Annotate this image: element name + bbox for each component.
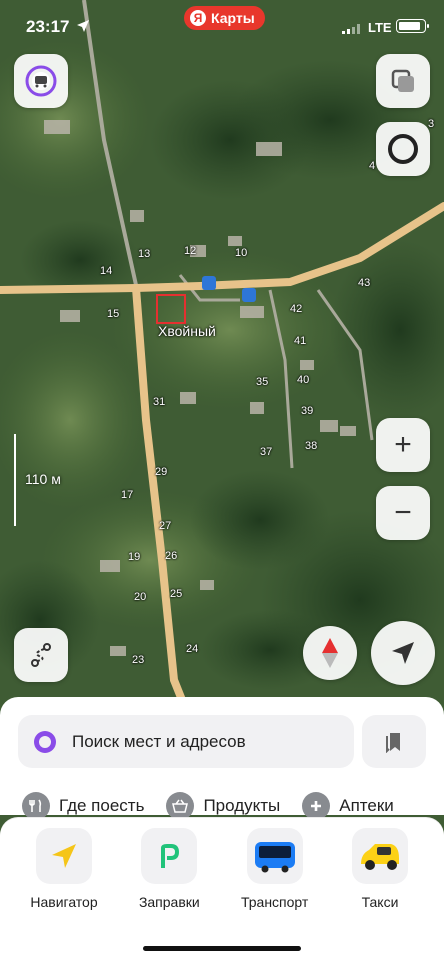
yandex-logo-icon: Я (190, 10, 206, 26)
navigator-icon (36, 828, 92, 884)
house-number: 23 (132, 654, 145, 666)
service-navigator[interactable]: Навигатор (22, 828, 106, 910)
app-name: Карты (211, 10, 255, 26)
house-number: 35 (256, 376, 269, 388)
house-number: 39 (301, 405, 314, 417)
pharmacy-cross-icon (302, 792, 331, 820)
house-number: 4 (369, 160, 376, 172)
house-number: 29 (155, 466, 168, 478)
battery-icon (396, 19, 429, 33)
house-number: 20 (134, 591, 147, 603)
location-arrow-icon (392, 642, 414, 664)
service-label: Заправки (138, 894, 200, 910)
house-number: 42 (290, 303, 303, 315)
layers-button[interactable] (376, 54, 430, 108)
service-label: Навигатор (30, 894, 98, 910)
category-food[interactable]: Где поесть (22, 791, 144, 821)
service-label: Транспорт (240, 894, 309, 910)
house-number: 25 (170, 588, 183, 600)
place-label[interactable]: Хвойный (158, 323, 216, 339)
category-label: Где поесть (59, 796, 145, 815)
status-time: 23:17 (26, 17, 70, 36)
alice-icon (34, 730, 56, 753)
minus-icon: − (394, 496, 412, 529)
zoom-out-button[interactable]: − (376, 486, 430, 540)
house-number: 17 (121, 489, 134, 501)
category-label: Продукты (203, 796, 281, 815)
category-pharmacy[interactable]: Аптеки (302, 791, 394, 821)
service-taxi[interactable]: Такси (338, 828, 422, 910)
layers-icon (391, 69, 414, 92)
search-placeholder: Поиск мест и адресов (72, 731, 246, 751)
house-number: 38 (305, 440, 318, 452)
service-label: Такси (361, 894, 399, 910)
location-arrow-icon (77, 20, 89, 32)
traffic-button[interactable] (376, 122, 430, 176)
my-location-button[interactable] (371, 621, 435, 685)
house-number: 19 (128, 551, 141, 563)
network-type: LTE (368, 20, 392, 35)
search-input[interactable]: Поиск мест и адресов (18, 715, 354, 768)
route-button[interactable] (14, 628, 68, 682)
scale-label: 110 м (25, 471, 61, 487)
house-number: 3 (428, 118, 435, 130)
house-number: 43 (358, 277, 371, 289)
fuel-icon (141, 828, 198, 884)
bus-icon (246, 828, 303, 884)
bookmarks-button[interactable] (362, 715, 426, 768)
plus-icon: + (394, 428, 412, 461)
house-number: 27 (159, 520, 172, 532)
house-number: 26 (165, 550, 178, 562)
route-icon (31, 643, 51, 667)
yandex-maps-badge[interactable]: Я Карты (184, 6, 265, 30)
house-number: 10 (235, 247, 248, 259)
category-groceries[interactable]: Продукты (166, 791, 280, 821)
home-indicator[interactable] (143, 946, 301, 951)
compass-button[interactable] (303, 626, 357, 680)
bookmarks-icon (386, 732, 400, 753)
house-number: 40 (297, 374, 310, 386)
service-fuel[interactable]: Заправки (127, 828, 211, 910)
traffic-circle-icon (388, 134, 418, 164)
menu-button[interactable] (14, 54, 68, 108)
fork-knife-icon (22, 792, 50, 820)
house-number: 15 (107, 308, 120, 320)
house-number: 37 (260, 446, 273, 458)
basket-icon (166, 792, 195, 820)
map-scale: 110 м (14, 434, 74, 526)
zoom-in-button[interactable]: + (376, 418, 430, 472)
compass-icon (322, 638, 338, 668)
house-number: 13 (138, 248, 151, 260)
house-number: 31 (153, 396, 166, 408)
category-label: Аптеки (339, 796, 394, 815)
house-number: 41 (294, 335, 307, 347)
category-chips: Где поесть Продукты Аптеки (22, 791, 394, 821)
service-transport[interactable]: Транспорт (233, 828, 317, 910)
house-number: 14 (100, 265, 113, 277)
house-number: 12 (184, 245, 197, 257)
profile-icon (25, 65, 57, 97)
signal-icon (342, 24, 360, 34)
house-number: 24 (186, 643, 199, 655)
services-bar: Навигатор Заправки Транспорт Такси (0, 818, 444, 960)
services-list: Навигатор Заправки Транспорт Такси (0, 828, 444, 910)
taxi-icon (351, 828, 408, 884)
scale-bar (14, 434, 16, 526)
search-sheet: Поиск мест и адресов Где поесть Продукты… (0, 697, 444, 820)
